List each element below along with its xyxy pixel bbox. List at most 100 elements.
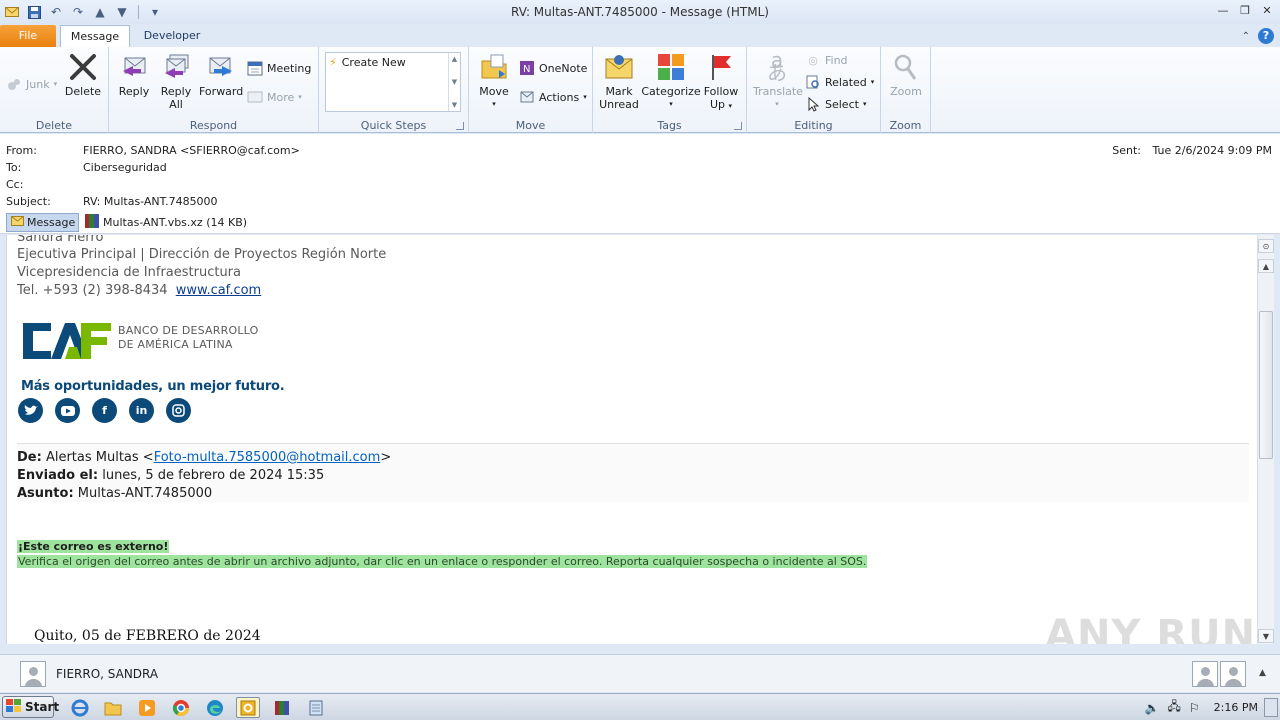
scroll-thumb[interactable] bbox=[1259, 311, 1273, 459]
follow-up-button[interactable]: Follow Up ▾ bbox=[701, 51, 741, 113]
quicksteps-gallery: ⚡ Create New ▲ ▼ ▼ bbox=[325, 52, 461, 112]
twitter-icon[interactable] bbox=[18, 398, 43, 423]
tab-file[interactable]: File bbox=[0, 25, 56, 48]
start-button[interactable]: Start bbox=[2, 696, 59, 718]
help-icon[interactable]: ? bbox=[1258, 28, 1274, 44]
instagram-icon[interactable] bbox=[166, 398, 191, 423]
scroll-down-icon[interactable]: ▼ bbox=[452, 78, 457, 86]
undo-icon[interactable]: ↶ bbox=[48, 4, 64, 20]
qat-separator bbox=[138, 5, 139, 19]
scroll-down-button[interactable]: ▼ bbox=[1258, 629, 1274, 643]
youtube-icon[interactable] bbox=[55, 398, 80, 423]
categorize-icon bbox=[655, 51, 687, 83]
cc-label: Cc: bbox=[6, 178, 24, 191]
create-new-quickstep[interactable]: ⚡ Create New bbox=[329, 56, 406, 69]
scroll-options-icon[interactable]: ⊙ bbox=[1258, 239, 1274, 253]
contact-avatar-1[interactable] bbox=[1192, 661, 1218, 687]
ie-icon[interactable] bbox=[68, 697, 92, 718]
body-scrollbar[interactable]: ⊙ ▲ ▼ bbox=[1257, 235, 1274, 644]
tags-group-label: Tags bbox=[657, 119, 682, 132]
forwarded-subject-value: Multas-ANT.7485000 bbox=[77, 486, 213, 501]
tabrow-icons: ⌃ ? bbox=[1242, 28, 1274, 44]
respond-group: Reply Reply All Forward Meeting More ▾ R… bbox=[109, 47, 319, 133]
tab-message[interactable]: Message bbox=[60, 25, 130, 48]
related-icon bbox=[805, 74, 821, 90]
reply-all-button[interactable]: Reply All bbox=[157, 51, 195, 111]
junk-button[interactable]: Junk ▾ bbox=[6, 75, 57, 93]
translate-button[interactable]: aあ Translate ▾ bbox=[753, 50, 803, 111]
expand-gallery-icon[interactable]: ▼ bbox=[452, 101, 457, 109]
categorize-button[interactable]: Categorize ▾ bbox=[641, 51, 701, 111]
logo-text-line1: BANCO DE DESARROLLO bbox=[118, 324, 259, 337]
folder-move-icon bbox=[478, 51, 510, 83]
signature-website-link[interactable]: www.caf.com bbox=[176, 283, 261, 298]
quicksteps-scroll[interactable]: ▲ ▼ ▼ bbox=[448, 53, 460, 111]
taskbar-clock[interactable]: 2:16 PM bbox=[1214, 701, 1258, 714]
message-tab-button[interactable]: Message bbox=[6, 213, 79, 232]
winrar-icon[interactable] bbox=[270, 697, 294, 718]
delete-button[interactable]: Delete bbox=[64, 51, 102, 98]
meeting-button[interactable]: Meeting bbox=[247, 59, 311, 77]
chrome-icon[interactable] bbox=[169, 697, 193, 718]
related-button[interactable]: Related ▾ bbox=[805, 73, 874, 91]
scroll-up-button[interactable]: ▲ bbox=[1258, 259, 1274, 273]
tab-developer[interactable]: Developer bbox=[136, 25, 208, 48]
mark-unread-button[interactable]: Mark Unread bbox=[597, 51, 641, 111]
title-bar: ↶ ↷ ▲ ▼ ▾ RV: Multas-ANT.7485000 - Messa… bbox=[0, 0, 1280, 24]
onenote-button[interactable]: N OneNote bbox=[519, 59, 587, 77]
media-player-icon[interactable] bbox=[135, 697, 159, 718]
facebook-icon[interactable]: f bbox=[92, 398, 117, 423]
quicksteps-group: ⚡ Create New ▲ ▼ ▼ Quick Steps bbox=[319, 47, 469, 133]
forwarded-from: De: Alertas Multas <Foto-multa.7585000@h… bbox=[17, 450, 392, 465]
down-arrow-icon[interactable]: ▼ bbox=[114, 4, 130, 20]
delete-group-label: Delete bbox=[35, 119, 73, 132]
select-button[interactable]: Select ▾ bbox=[805, 95, 866, 113]
to-value[interactable]: Ciberseguridad bbox=[83, 161, 167, 174]
editing-group: aあ Translate ▾ ◎ Find Related ▾ Select ▾… bbox=[747, 47, 881, 133]
delete-group: Junk ▾ Delete Delete bbox=[0, 47, 109, 133]
customize-qat-icon[interactable]: ▾ bbox=[147, 4, 163, 20]
move-button[interactable]: Move ▾ bbox=[475, 51, 513, 111]
quicksteps-dialog-launcher[interactable] bbox=[456, 122, 464, 130]
minimize-icon[interactable]: — bbox=[1216, 3, 1230, 17]
attachment-file[interactable]: Multas-ANT.vbs.xz (14 KB) bbox=[84, 213, 247, 232]
tags-dialog-launcher[interactable] bbox=[734, 122, 742, 130]
forward-icon bbox=[205, 51, 237, 83]
action-center-flag-icon[interactable]: ⚐ bbox=[1189, 701, 1200, 715]
envelope-app-icon[interactable] bbox=[4, 4, 20, 20]
reply-button[interactable]: Reply bbox=[115, 51, 153, 98]
restore-icon[interactable]: ❐ bbox=[1238, 3, 1252, 17]
linkedin-icon[interactable]: in bbox=[129, 398, 154, 423]
up-arrow-icon[interactable]: ▲ bbox=[92, 4, 108, 20]
social-links: f in bbox=[18, 398, 191, 423]
zoom-button[interactable]: Zoom bbox=[886, 51, 926, 98]
windows-logo-icon bbox=[6, 698, 22, 716]
speaker-icon[interactable]: 🔈 bbox=[1145, 701, 1160, 715]
find-button[interactable]: ◎ Find bbox=[805, 51, 847, 69]
outlook-taskbar-icon[interactable] bbox=[236, 697, 260, 718]
notepad-icon[interactable] bbox=[304, 697, 328, 718]
forward-button[interactable]: Forward bbox=[199, 51, 243, 98]
more-button[interactable]: More ▾ bbox=[247, 88, 302, 106]
archive-file-icon bbox=[84, 213, 100, 232]
save-icon[interactable] bbox=[26, 4, 42, 20]
people-pane-name[interactable]: FIERRO, SANDRA bbox=[56, 667, 158, 681]
contact-avatar-2[interactable] bbox=[1220, 661, 1246, 687]
from-value[interactable]: FIERRO, SANDRA <SFIERRO@caf.com> bbox=[83, 144, 300, 157]
sender-avatar[interactable] bbox=[20, 661, 46, 687]
expand-people-pane-icon[interactable]: ▲ bbox=[1259, 668, 1266, 678]
forwarded-from-email-link[interactable]: Foto-multa.7585000@hotmail.com bbox=[154, 450, 381, 465]
close-icon[interactable]: ✕ bbox=[1260, 3, 1274, 17]
collapse-ribbon-icon[interactable]: ⌃ bbox=[1242, 31, 1250, 42]
forwarded-from-label: De: bbox=[17, 450, 42, 465]
network-icon[interactable]: 🖧 bbox=[1168, 697, 1181, 718]
show-desktop-button[interactable] bbox=[1264, 698, 1278, 717]
scroll-up-icon[interactable]: ▲ bbox=[452, 55, 457, 63]
forwarded-sent-label: Enviado el: bbox=[17, 468, 99, 483]
logo-text-line2: DE AMÉRICA LATINA bbox=[118, 338, 233, 351]
edge-icon[interactable] bbox=[203, 697, 227, 718]
mark-unread-icon bbox=[603, 51, 635, 83]
explorer-folder-icon[interactable] bbox=[101, 697, 125, 718]
redo-icon[interactable]: ↷ bbox=[70, 4, 86, 20]
actions-button[interactable]: Actions ▾ bbox=[519, 88, 587, 106]
